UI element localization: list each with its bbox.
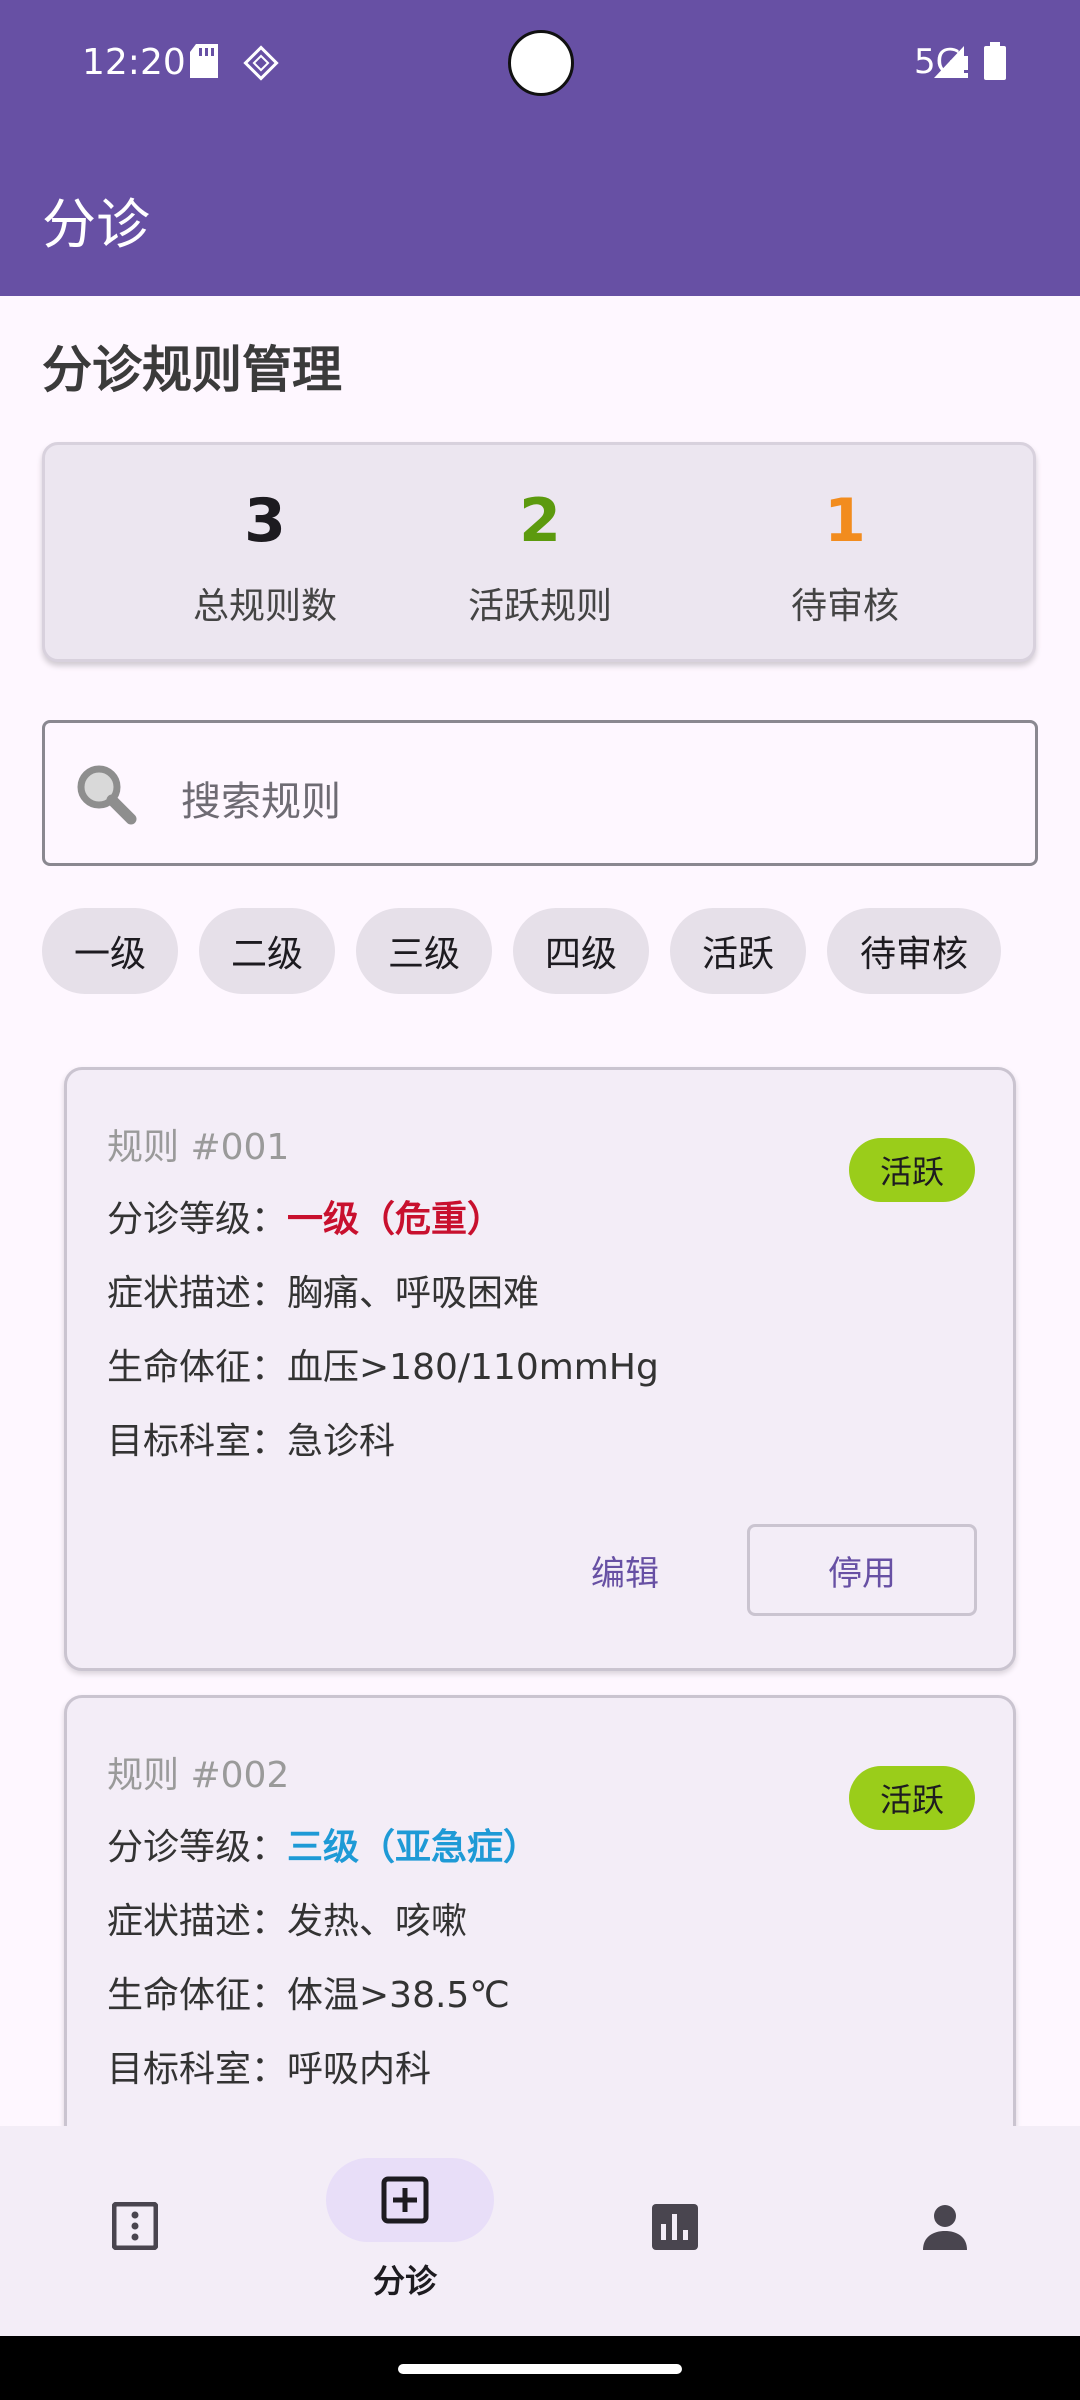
nav-item-profile[interactable] [810,2126,1080,2336]
system-navigation-bar [0,2336,1080,2400]
filter-chip-level-1[interactable]: 一级 [42,908,178,994]
triage-level-label: 分诊等级： [107,1827,288,1868]
page-title: 分诊规则管理 [42,341,342,399]
battery-icon [984,42,1006,84]
stat-label: 总规则数 [192,586,337,627]
department-value: 呼吸内科 [287,2049,432,2090]
sd-card-icon [190,44,218,82]
stat-value: 2 [519,486,561,556]
stat-label: 活跃规则 [467,586,612,627]
rule-card[interactable]: 规则 #001 活跃 分诊等级：一级（危重） 症状描述：胸痛、呼吸困难 生命体征… [64,1067,1016,1671]
vpn-key-icon [242,44,280,86]
stat-value: 1 [824,486,866,556]
top-app-bar: 分诊 [0,128,1080,296]
symptoms-label: 症状描述： [107,1273,288,1314]
search-icon [73,761,139,831]
vitals-value: 体温>38.5℃ [287,1975,510,2016]
filter-chip-level-4[interactable]: 四级 [513,908,649,994]
vitals-row: 生命体征：体温>38.5℃ [107,1966,510,2018]
add-box-icon [381,2176,429,2228]
filter-chip-level-2[interactable]: 二级 [199,908,335,994]
search-input[interactable]: 搜索规则 [42,720,1038,866]
filter-chip-active[interactable]: 活跃 [670,908,806,994]
triage-level-row: 分诊等级：一级（危重） [107,1190,503,1242]
home-indicator[interactable] [398,2364,682,2374]
stat-pending-review: 1 待审核 [695,491,995,629]
symptoms-label: 症状描述： [107,1901,288,1942]
triage-level-row: 分诊等级：三级（亚急症） [107,1818,539,1870]
nav-item-triage[interactable]: 分诊 [270,2126,540,2336]
triage-level-label: 分诊等级： [107,1199,288,1240]
status-time: 12:20 [82,42,186,83]
stat-total-rules: 3 总规则数 [115,491,415,629]
camera-cutout [508,30,574,96]
list-icon [111,2201,159,2254]
rule-id: 规则 #002 [107,1755,290,1796]
triage-level-value: 三级（亚急症） [287,1827,540,1868]
triage-level-value: 一级（危重） [287,1199,504,1240]
department-value: 急诊科 [287,1421,396,1462]
stat-label: 待审核 [790,586,899,627]
department-row: 目标科室：呼吸内科 [107,2040,431,2092]
rule-id: 规则 #001 [107,1127,290,1168]
vitals-row: 生命体征：血压>180/110mmHg [107,1338,659,1390]
signal-icon [934,46,968,82]
filter-chip-level-3[interactable]: 三级 [356,908,492,994]
symptoms-row: 症状描述：胸痛、呼吸困难 [107,1264,539,1316]
stat-active-rules: 2 活跃规则 [390,491,690,629]
nav-item-stats[interactable] [540,2126,810,2336]
department-row: 目标科室：急诊科 [107,1412,395,1464]
stats-card: 3 总规则数 2 活跃规则 1 待审核 [42,442,1036,662]
status-bar: 12:20 5G [0,0,1080,128]
edit-button[interactable]: 编辑 [535,1524,715,1616]
person-icon [922,2204,968,2254]
department-label: 目标科室： [107,2049,288,2090]
symptoms-row: 症状描述：发热、咳嗽 [107,1892,467,1944]
department-label: 目标科室： [107,1421,288,1462]
symptoms-value: 胸痛、呼吸困难 [287,1273,540,1314]
stat-value: 3 [244,486,286,556]
filter-chip-pending[interactable]: 待审核 [827,908,1001,994]
vitals-label: 生命体征： [107,1975,288,2016]
nav-item-list[interactable] [0,2126,270,2336]
status-badge: 活跃 [849,1138,975,1202]
vitals-value: 血压>180/110mmHg [287,1347,659,1388]
disable-button[interactable]: 停用 [747,1524,977,1616]
symptoms-value: 发热、咳嗽 [287,1901,468,1942]
nav-label-triage: 分诊 [372,2262,437,2300]
search-placeholder: 搜索规则 [181,779,341,825]
app-title: 分诊 [42,193,150,256]
bottom-navigation: 分诊 [0,2126,1080,2336]
vitals-label: 生命体征： [107,1347,288,1388]
status-badge: 活跃 [849,1766,975,1830]
bar-chart-icon [652,2204,698,2254]
